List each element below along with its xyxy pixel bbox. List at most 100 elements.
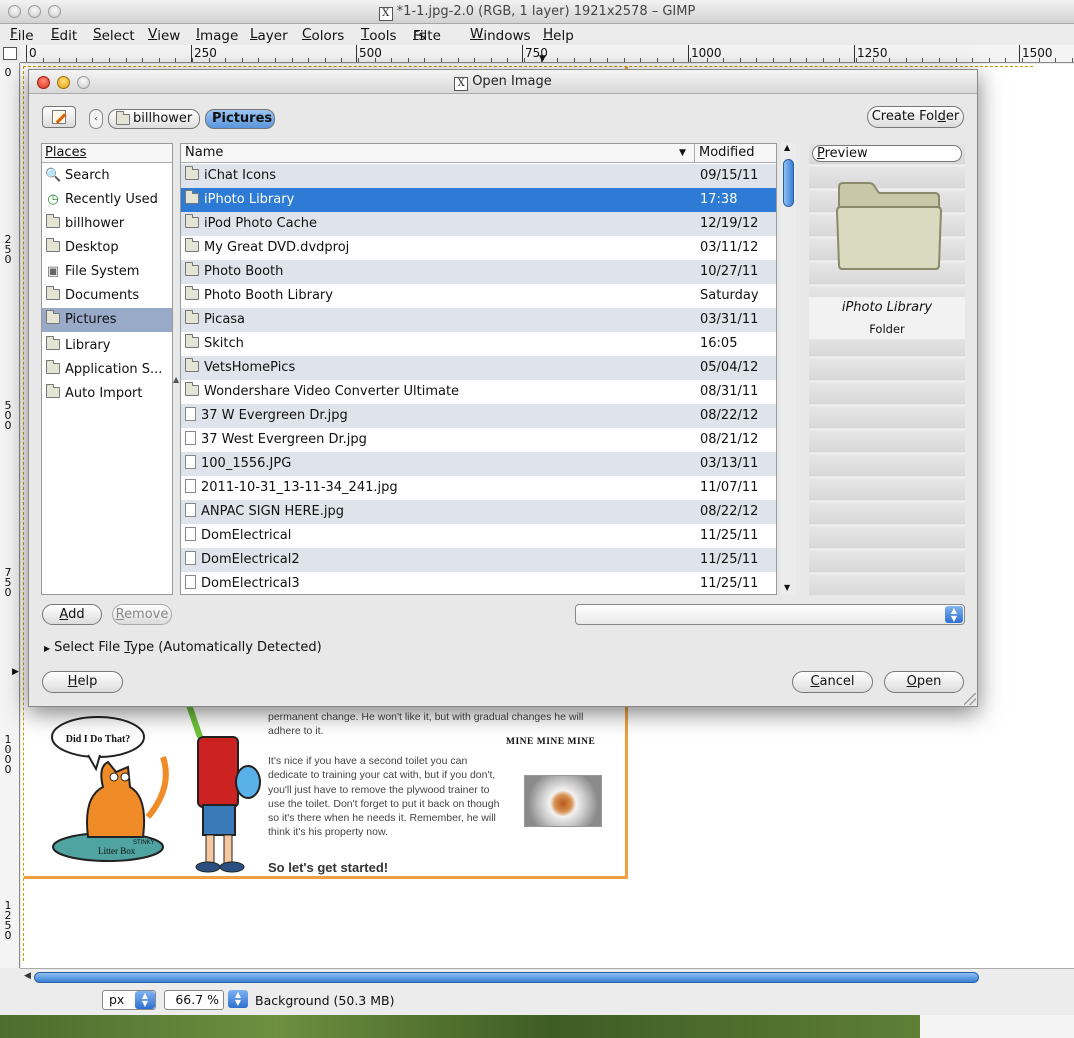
horizontal-scroll-thumb[interactable]: [34, 972, 979, 983]
file-modified: 08/22/12: [700, 504, 759, 519]
desktop-background: [0, 1015, 920, 1038]
ruler-label: 1500: [1022, 46, 1053, 60]
file-filter-select[interactable]: ▲ ▼: [575, 604, 965, 625]
dialog-zoom-button[interactable]: [77, 76, 90, 89]
ruler-tick: [854, 45, 855, 62]
place-desktop[interactable]: Desktop: [42, 236, 172, 260]
folder-icon: [185, 310, 199, 324]
menu-colors[interactable]: Colors: [302, 26, 344, 44]
file-row[interactable]: DomElectrical 11/25/11: [181, 524, 776, 548]
menu-tools[interactable]: Tools: [361, 26, 397, 44]
place-pictures[interactable]: Pictures: [42, 308, 172, 332]
file-row[interactable]: Skitch 16:05: [181, 332, 776, 356]
file-row[interactable]: Wondershare Video Converter Ultimate 08/3…: [181, 380, 776, 404]
menu-edit[interactable]: Edit: [51, 26, 77, 44]
panel-resize-arrow[interactable]: ▲: [173, 375, 179, 384]
place-library[interactable]: Library: [42, 334, 172, 358]
file-modified: 12/19/12: [700, 216, 759, 231]
expander-arrow-icon: ▶: [44, 644, 51, 653]
breadcrumb-billhower[interactable]: billhower: [108, 109, 200, 129]
zoom-dropdown-icon[interactable]: ▲ ▼: [228, 990, 248, 1008]
ruler-tick: [688, 45, 689, 62]
file-row[interactable]: DomElectrical3 11/25/11: [181, 572, 776, 594]
ruler-tick: [356, 45, 357, 62]
zoom-field[interactable]: 66.7 %: [164, 990, 224, 1010]
place-application-s[interactable]: Application S...: [42, 358, 172, 382]
resize-grip-icon[interactable]: [964, 693, 976, 705]
file-row[interactable]: Picasa 03/31/11: [181, 308, 776, 332]
scroll-left-icon[interactable]: ◀: [24, 971, 31, 981]
type-location-button[interactable]: [42, 106, 76, 128]
menu-view[interactable]: View: [148, 26, 180, 44]
file-row[interactable]: DomElectrical2 11/25/11: [181, 548, 776, 572]
ruler-minor-tick: [59, 58, 60, 62]
menu-select[interactable]: Select: [93, 26, 135, 44]
create-folder-button[interactable]: Create Folder: [867, 106, 964, 128]
zoom-dropdown[interactable]: ▲ ▼: [228, 990, 250, 1010]
menu-layer[interactable]: Layer: [250, 26, 288, 44]
place-label: Auto Import: [65, 386, 143, 401]
breadcrumb-pictures[interactable]: Pictures: [205, 109, 275, 129]
file-row[interactable]: My Great DVD.dvdproj 03/11/12: [181, 236, 776, 260]
sort-descending-icon[interactable]: ▼: [679, 144, 686, 162]
scroll-down-icon[interactable]: ▼: [784, 583, 790, 592]
file-row[interactable]: iPhoto Library 17:38: [181, 188, 776, 212]
help-button[interactable]: Help: [42, 671, 123, 693]
file-row[interactable]: 2011-10-31_13-11-34_241.jpg 11/07/11: [181, 476, 776, 500]
place-label: Library: [65, 338, 111, 353]
dialog-close-button[interactable]: [37, 76, 50, 89]
place-documents[interactable]: Documents: [42, 284, 172, 308]
file-row[interactable]: iChat Icons 09/15/11: [181, 164, 776, 188]
name-column-header[interactable]: Name: [185, 144, 223, 162]
file-row[interactable]: iPod Photo Cache 12/19/12: [181, 212, 776, 236]
ruler-minor-tick: [956, 58, 957, 62]
ruler-minor-tick: [275, 58, 276, 62]
menu-help[interactable]: Help: [543, 26, 574, 44]
add-bookmark-button[interactable]: Add: [42, 604, 102, 625]
file-modified: 11/07/11: [700, 480, 759, 495]
folder-icon: [185, 166, 199, 180]
file-row[interactable]: VetsHomePics 05/04/12: [181, 356, 776, 380]
modified-column-header[interactable]: Modified: [699, 144, 754, 162]
dialog-minimize-button[interactable]: [57, 76, 70, 89]
cancel-button[interactable]: Cancel: [792, 671, 873, 693]
ruler-minor-tick: [873, 58, 874, 62]
open-button[interactable]: Open: [884, 671, 964, 693]
file-row[interactable]: 100_1556.JPG 03/13/11: [181, 452, 776, 476]
place-auto-import[interactable]: Auto Import: [42, 382, 172, 406]
place-recently-used[interactable]: ◷ Recently Used: [42, 188, 172, 212]
quick-mask-toggle[interactable]: [3, 47, 17, 60]
menu-file[interactable]: File: [10, 26, 34, 44]
place-label: billhower: [65, 216, 125, 231]
ruler-label: 750: [4, 566, 12, 599]
preview-button[interactable]: Preview: [812, 145, 962, 162]
file-list-scrollbar[interactable]: ▲ ▼: [781, 143, 796, 595]
places-header[interactable]: Places: [42, 144, 172, 163]
ruler-minor-tick: [773, 58, 774, 62]
unit-dropdown-icon[interactable]: ▲ ▼: [135, 991, 155, 1009]
menu-image[interactable]: Image: [196, 26, 238, 44]
places-panel: Places 🔍 Search ◷ Recently Used billhower Des…: [41, 143, 173, 595]
path-scroll-left-button[interactable]: ‹: [89, 109, 103, 129]
unit-select[interactable]: px ▲ ▼: [102, 990, 156, 1010]
place-billhower[interactable]: billhower: [42, 212, 172, 236]
place-search[interactable]: 🔍 Search: [42, 164, 172, 188]
file-type-expander[interactable]: ▶ Select File Type (Automatically Detecte…: [44, 640, 322, 655]
ruler-minor-tick: [740, 58, 741, 62]
file-list-scroll-thumb[interactable]: [783, 159, 794, 207]
file-row[interactable]: 37 West Evergreen Dr.jpg 08/21/12: [181, 428, 776, 452]
scroll-up-icon[interactable]: ▲: [784, 143, 790, 152]
file-list: Name ▼ Modified iChat Icons 09/15/11 iPhot…: [180, 143, 777, 595]
horizontal-scrollbar[interactable]: ◀: [20, 968, 1074, 985]
filter-dropdown-icon[interactable]: ▲ ▼: [945, 606, 963, 623]
file-row[interactable]: ANPAC SIGN HERE.jpg 08/22/12: [181, 500, 776, 524]
file-modified: 05/04/12: [700, 360, 759, 375]
file-row[interactable]: 37 W Evergreen Dr.jpg 08/22/12: [181, 404, 776, 428]
place-file-system[interactable]: ▣ File System: [42, 260, 172, 284]
file-row[interactable]: Photo Booth Library Saturday: [181, 284, 776, 308]
remove-bookmark-button[interactable]: Remove: [112, 604, 172, 625]
menu-windows[interactable]: Windows: [470, 26, 531, 44]
menu-filters[interactable]: Filte r s: [413, 26, 441, 44]
file-row[interactable]: Photo Booth 10/27/11: [181, 260, 776, 284]
ruler-label: 0: [29, 46, 37, 60]
